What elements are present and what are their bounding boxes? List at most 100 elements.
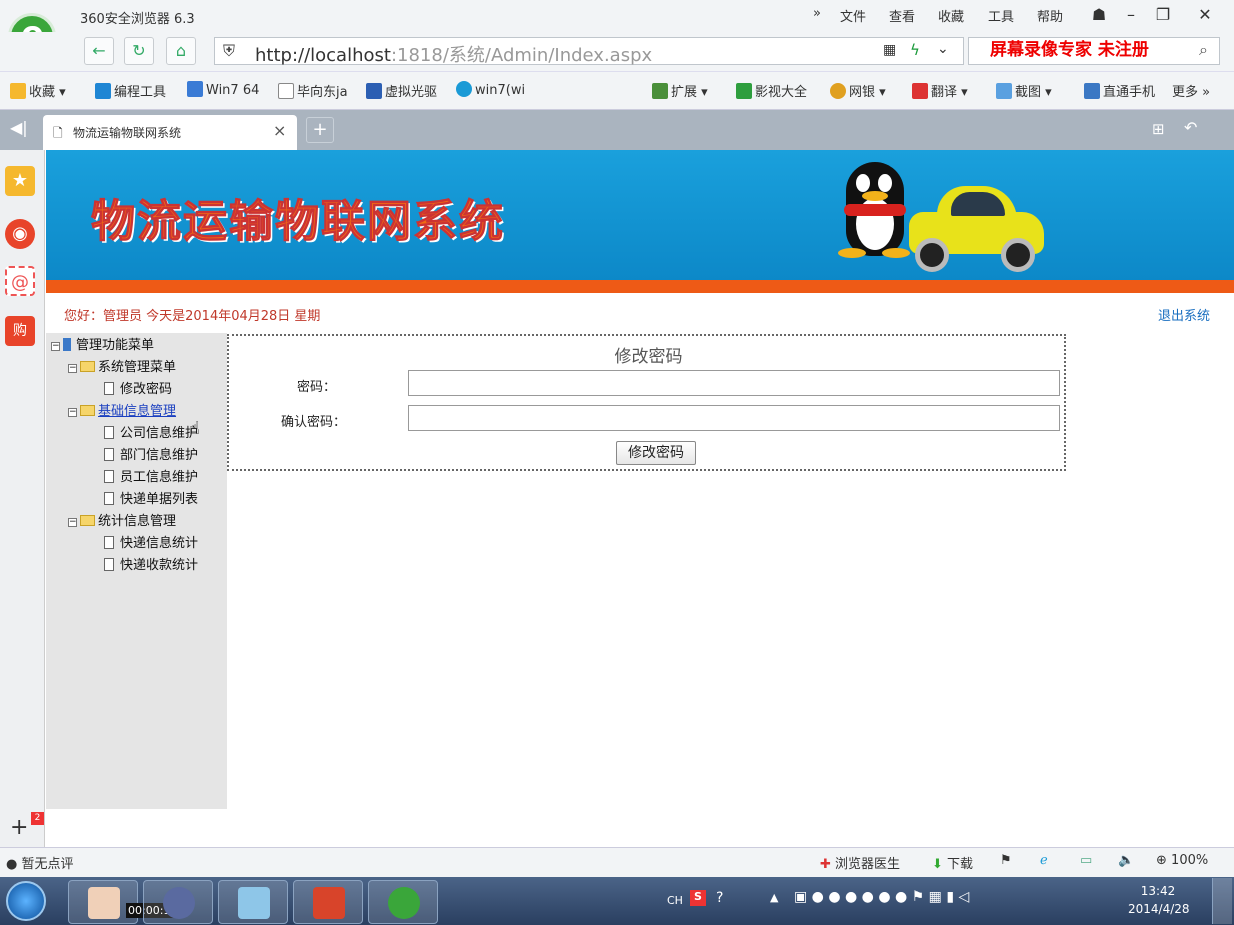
tree-group-basic-info[interactable]: − 基础信息管理 (68, 400, 176, 419)
bookmark-win7[interactable]: Win7 64 (187, 81, 259, 98)
sidebar-toggle-icon[interactable]: ◀| (10, 118, 28, 137)
bookmark-translate[interactable]: 翻译 ▾ (912, 81, 968, 100)
search-icon[interactable]: ⌕ (1199, 40, 1208, 60)
password-label: 密码： (297, 380, 337, 395)
show-desktop-button[interactable] (1212, 878, 1232, 924)
scissors-icon (996, 83, 1012, 99)
bookmark-phone[interactable]: 直通手机 (1084, 81, 1155, 100)
taskbar-notepad[interactable] (218, 880, 288, 924)
ime-indicator[interactable]: CH (667, 894, 683, 907)
help-icon[interactable]: ? (716, 890, 723, 906)
add-sidebar-button[interactable]: + (10, 815, 28, 840)
menu-tools[interactable]: 工具 (988, 6, 1014, 25)
refresh-button[interactable]: ↻ (124, 37, 154, 65)
bookmark-more[interactable]: 更多 » (1172, 81, 1210, 100)
flag-icon[interactable]: ⚑ (1000, 853, 1012, 868)
taskbar-app-4[interactable] (293, 880, 363, 924)
disc-icon (366, 83, 382, 99)
tree-item-express-list[interactable]: 快递单据列表 (104, 488, 198, 507)
tree-item-department[interactable]: 部门信息维护 (104, 444, 198, 463)
menu-more[interactable]: » (813, 6, 821, 21)
download-button[interactable]: ⬇ 下载 (932, 853, 973, 872)
collapse-icon[interactable]: − (51, 342, 60, 351)
logout-link[interactable]: 退出系统 (1158, 305, 1210, 324)
tree-item-company[interactable]: 公司信息维护 (104, 422, 198, 441)
app-title: 360安全浏览器 6.3 (80, 12, 195, 27)
system-clock[interactable]: 13:42 2014/4/28 (1128, 882, 1190, 918)
zoom-control[interactable]: ⊕ 100% (1156, 853, 1208, 868)
tree-item-change-password[interactable]: 修改密码 (104, 378, 172, 397)
menu-favorites[interactable]: 收藏 (938, 6, 964, 25)
bookmark-bank[interactable]: 网银 ▾ (830, 81, 886, 100)
tree-root[interactable]: − 管理功能菜单 (51, 334, 154, 353)
bookmark-screenshot[interactable]: 截图 ▾ (996, 81, 1052, 100)
page-icon (104, 558, 114, 571)
phone-icon (1084, 83, 1100, 99)
bookmark-favorites[interactable]: 收藏 ▾ (10, 81, 66, 100)
undo-close-icon[interactable]: ↶ (1184, 118, 1197, 137)
close-tab-button[interactable]: × (273, 121, 286, 140)
menu-help[interactable]: 帮助 (1037, 6, 1063, 25)
maximize-button[interactable]: ❐ (1146, 2, 1180, 28)
menu-tree: − 管理功能菜单 − 系统管理菜单 修改密码 − 基础信息管理 公司信息维护 部门信息… (46, 333, 227, 809)
menu-file[interactable]: 文件 (840, 6, 866, 25)
home-button[interactable]: ⌂ (166, 37, 196, 65)
bookmark-extensions[interactable]: 扩展 ▾ (652, 81, 708, 100)
tree-item-express-stats[interactable]: 快递信息统计 (104, 532, 198, 551)
collapse-icon[interactable]: − (68, 518, 77, 527)
change-password-button[interactable]: 修改密码 (616, 441, 696, 465)
password-field[interactable] (408, 370, 1060, 396)
mail-icon[interactable]: @ (5, 266, 35, 296)
dropdown-icon[interactable]: ⌄ (937, 41, 949, 57)
bookmark-video[interactable]: 影视大全 (736, 81, 807, 100)
new-tab-button[interactable]: + (306, 117, 334, 143)
confirm-password-field[interactable] (408, 405, 1060, 431)
translate-icon (912, 83, 928, 99)
skin-icon[interactable]: ☗ (1082, 2, 1116, 28)
tree-item-payment-stats[interactable]: 快递收款统计 (104, 554, 198, 573)
tree-group-statistics[interactable]: − 统计信息管理 (68, 510, 176, 529)
favorites-star-icon[interactable]: ★ (5, 166, 35, 196)
taskbar-app-2[interactable] (143, 880, 213, 924)
browser-doctor[interactable]: ✚ 浏览器医生 (820, 853, 900, 872)
page-icon (278, 83, 294, 99)
tab-logistics[interactable]: 🗋 物流运输物联网系统 × (43, 115, 297, 150)
tray-icons[interactable]: ▣ ● ● ● ● ● ● ⚑ ▦ ▮ ◁ (794, 889, 969, 905)
show-hidden-icons[interactable]: ▲ (770, 891, 778, 904)
minimize-button[interactable]: – (1114, 2, 1148, 28)
notepad-icon (238, 887, 270, 919)
qrcode-icon[interactable]: ▦ (883, 42, 896, 58)
restore-tab-icon[interactable]: ⊞ (1152, 120, 1165, 138)
close-window-button[interactable]: ✕ (1188, 2, 1222, 28)
volume-icon[interactable]: 🔈 (1118, 853, 1134, 868)
collapse-icon[interactable]: − (68, 408, 77, 417)
tree-item-employee[interactable]: 员工信息维护 (104, 466, 198, 485)
bookmark-win7wi[interactable]: win7(wi (456, 81, 525, 98)
ie-mode-icon[interactable]: ℯ (1040, 853, 1048, 868)
recorder-watermark: 屏幕录像专家 未注册 (990, 40, 1149, 60)
bookmark-virtual-drive[interactable]: 虚拟光驱 (366, 81, 437, 100)
app-icon (163, 887, 195, 919)
notification-badge: 2 (31, 812, 44, 825)
address-bar[interactable]: ⛨ http://localhost:1818/系统/Admin/Index.a… (214, 37, 964, 66)
bookmark-bixiangdong[interactable]: 毕向东ja (278, 81, 348, 100)
shopping-icon[interactable]: 购 (5, 316, 35, 346)
start-button[interactable] (6, 881, 46, 921)
page-icon (104, 470, 114, 483)
weibo-icon[interactable]: ◉ (5, 219, 35, 249)
page-icon: 🗋 (53, 126, 63, 140)
taskbar-360-browser[interactable] (368, 880, 438, 924)
window-icon[interactable]: ▭ (1080, 853, 1092, 868)
speed-mode-icon[interactable]: ϟ (910, 41, 920, 59)
bookmark-programming[interactable]: 编程工具 (95, 81, 166, 100)
browser-icon (388, 887, 420, 919)
back-button[interactable]: ← (84, 37, 114, 65)
status-bar (0, 847, 1234, 877)
tree-group-system[interactable]: − 系统管理菜单 (68, 356, 176, 375)
collapse-icon[interactable]: − (68, 364, 77, 373)
form-title: 修改密码 (614, 347, 683, 367)
menu-view[interactable]: 查看 (889, 6, 915, 25)
coin-icon (830, 83, 846, 99)
sogou-icon[interactable]: S (690, 890, 706, 906)
app-icon (313, 887, 345, 919)
